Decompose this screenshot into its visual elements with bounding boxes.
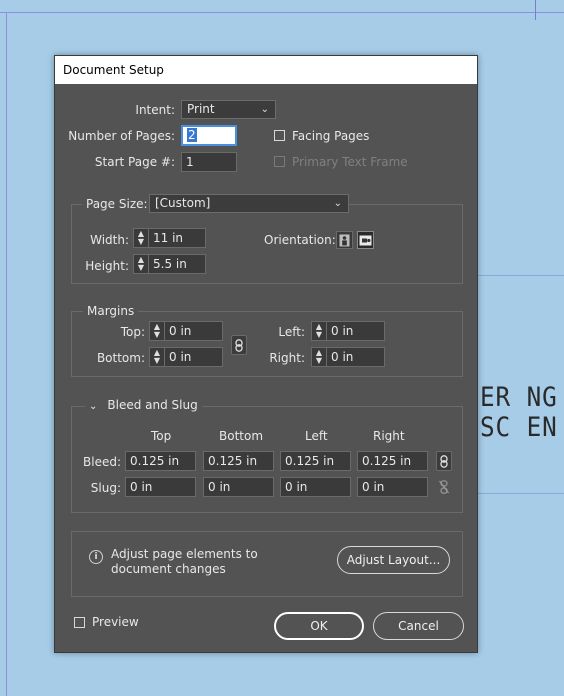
start-page-label: Start Page #: (94, 155, 175, 169)
width-spinner[interactable]: ▲ ▼ 11 in (133, 228, 206, 248)
frame-edge-top (478, 275, 564, 276)
margin-left-value: 0 in (331, 324, 354, 338)
orientation-label: Orientation: (264, 233, 336, 247)
bleed-top-input[interactable]: 0.125 in (125, 451, 196, 471)
preview-label[interactable]: Preview (92, 615, 139, 629)
stepper-arrows-icon[interactable]: ▲ ▼ (312, 348, 327, 366)
margins-link-icon[interactable] (231, 335, 247, 355)
margin-left-label: Left: (278, 325, 305, 339)
page-size-value: [Custom] (155, 196, 211, 210)
bleed-left-value: 0.125 in (285, 454, 335, 468)
guide-line-left (6, 12, 7, 696)
bleed-bottom-input[interactable]: 0.125 in (203, 451, 274, 471)
number-of-pages-value: 2 (187, 128, 197, 142)
column-left-label: Left (305, 429, 328, 443)
margin-bottom-label: Bottom: (96, 351, 145, 365)
column-right-label: Right (373, 429, 405, 443)
bleed-bottom-value: 0.125 in (208, 454, 258, 468)
bleed-slug-title: Bleed and Slug (107, 398, 198, 412)
margin-bottom-spinner[interactable]: ▲ ▼ 0 in (149, 347, 223, 367)
slug-bottom-value: 0 in (208, 480, 231, 494)
ok-button[interactable]: OK (274, 612, 364, 640)
slug-left-value: 0 in (285, 480, 308, 494)
slug-right-value: 0 in (362, 480, 385, 494)
background-text-line-2: SC EN (480, 412, 558, 443)
frame-edge-bottom (478, 493, 564, 494)
number-of-pages-input[interactable]: 2 (181, 125, 237, 146)
height-spinner[interactable]: ▲ ▼ 5.5 in (133, 254, 206, 274)
landscape-orientation-icon[interactable] (357, 231, 374, 249)
chevron-down-icon: ⌄ (333, 198, 342, 209)
slug-label: Slug: (90, 481, 121, 495)
width-value: 11 in (153, 231, 184, 245)
margin-left-spinner[interactable]: ▲ ▼ 0 in (311, 321, 385, 341)
margin-right-value: 0 in (331, 350, 354, 364)
slug-top-input[interactable]: 0 in (125, 477, 196, 497)
margin-top-label: Top: (120, 325, 145, 339)
guide-line-top (0, 12, 564, 13)
facing-pages-checkbox[interactable] (274, 130, 285, 141)
stepper-arrows-icon[interactable]: ▲ ▼ (150, 348, 165, 366)
chevron-down-icon: ⌄ (260, 104, 269, 115)
margin-top-value: 0 in (169, 324, 192, 338)
page-size-label: Page Size: (82, 197, 152, 211)
margin-right-label: Right: (269, 351, 305, 365)
dialog-title: Document Setup (55, 56, 477, 84)
stepper-arrows-icon[interactable]: ▲ ▼ (134, 255, 149, 273)
cancel-button[interactable]: Cancel (373, 612, 464, 640)
guide-line-right (535, 0, 536, 20)
stepper-arrows-icon[interactable]: ▲ ▼ (312, 322, 327, 340)
slug-right-input[interactable]: 0 in (357, 477, 428, 497)
slug-unlink-icon[interactable] (437, 478, 451, 496)
primary-text-frame-label: Primary Text Frame (292, 155, 408, 169)
preview-checkbox[interactable] (74, 617, 85, 628)
bleed-top-value: 0.125 in (130, 454, 180, 468)
portrait-orientation-icon[interactable] (336, 231, 353, 249)
column-top-label: Top (151, 429, 172, 443)
bleed-left-input[interactable]: 0.125 in (280, 451, 351, 471)
width-label: Width: (90, 233, 129, 247)
start-page-value: 1 (186, 155, 194, 169)
number-of-pages-label: Number of Pages: (68, 129, 175, 143)
slug-bottom-input[interactable]: 0 in (203, 477, 274, 497)
margin-right-spinner[interactable]: ▲ ▼ 0 in (311, 347, 385, 367)
page-size-select[interactable]: [Custom] ⌄ (149, 194, 349, 213)
margin-bottom-value: 0 in (169, 350, 192, 364)
slug-left-input[interactable]: 0 in (280, 477, 351, 497)
adjust-layout-button[interactable]: Adjust Layout... (337, 546, 450, 574)
adjust-layout-message: Adjust page elements to document changes (111, 547, 258, 576)
intent-value: Print (187, 102, 215, 116)
margins-group (71, 311, 463, 377)
bleed-slug-header[interactable]: ⌄ Bleed and Slug (85, 398, 202, 412)
background-text-line-1: ER NG A (480, 382, 564, 413)
stepper-arrows-icon[interactable]: ▲ ▼ (150, 322, 165, 340)
info-icon: i (89, 550, 103, 564)
column-bottom-label: Bottom (219, 429, 264, 443)
document-setup-dialog: Document Setup Intent: Print ⌄ Number of… (54, 55, 478, 653)
height-label: Height: (85, 259, 129, 273)
margins-title: Margins (83, 304, 139, 318)
intent-label: Intent: (135, 103, 175, 117)
bleed-link-icon[interactable] (436, 451, 452, 471)
height-value: 5.5 in (153, 257, 187, 271)
bleed-right-input[interactable]: 0.125 in (357, 451, 428, 471)
margin-top-spinner[interactable]: ▲ ▼ 0 in (149, 321, 223, 341)
chevron-down-icon[interactable]: ⌄ (89, 401, 97, 412)
slug-top-value: 0 in (130, 480, 153, 494)
stepper-arrows-icon[interactable]: ▲ ▼ (134, 229, 149, 247)
intent-select[interactable]: Print ⌄ (181, 100, 276, 119)
bleed-right-value: 0.125 in (362, 454, 412, 468)
primary-text-frame-checkbox[interactable] (274, 156, 285, 167)
start-page-input[interactable]: 1 (181, 152, 237, 172)
facing-pages-label[interactable]: Facing Pages (292, 129, 369, 143)
bleed-label: Bleed: (83, 455, 121, 469)
